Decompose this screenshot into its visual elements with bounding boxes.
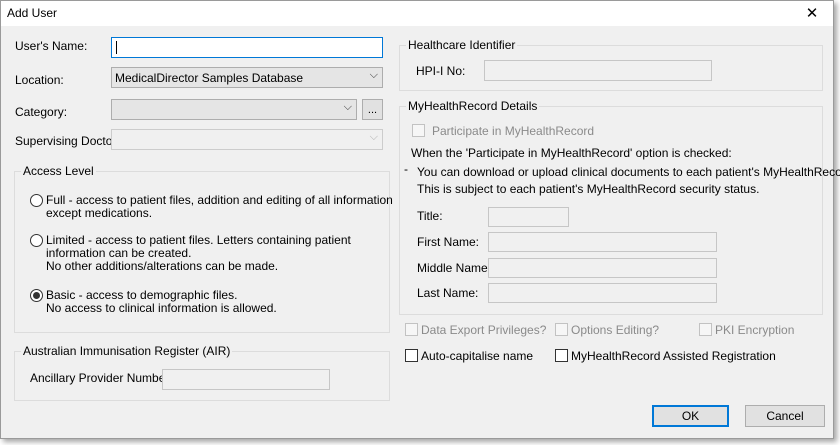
- hpii-input[interactable]: [484, 60, 712, 81]
- category-label: Category:: [15, 105, 68, 119]
- users-name-label: User's Name:: [15, 39, 88, 53]
- mhr-note-bullet: -: [404, 162, 408, 176]
- ok-button[interactable]: OK: [652, 405, 729, 427]
- text-caret: [116, 41, 117, 54]
- data-export-checkbox[interactable]: [405, 323, 418, 336]
- mhr-last-name-label: Last Name:: [417, 286, 479, 300]
- access-basic-label: Basic - access to demographic files. No …: [46, 288, 277, 315]
- healthcare-identifier-title: Healthcare Identifier: [406, 38, 518, 52]
- pki-encryption-checkbox[interactable]: [699, 323, 712, 336]
- location-value: MedicalDirector Samples Database: [115, 71, 304, 85]
- hpii-label: HPI-I No:: [416, 64, 466, 78]
- mhr-assisted-registration-label: MyHealthRecord Assisted Registration: [571, 349, 776, 363]
- location-label: Location:: [15, 73, 64, 87]
- add-user-dialog: Add User ✕ User's Name: Location: Medica…: [0, 0, 840, 439]
- mhr-title-label: Title:: [417, 209, 443, 223]
- access-limited-radio[interactable]: [30, 234, 43, 247]
- mhr-first-name-label: First Name:: [417, 235, 480, 249]
- mhr-middle-name-input[interactable]: [488, 258, 717, 278]
- mhr-note-line2: This is subject to each patient's MyHeal…: [417, 182, 760, 196]
- chevron-down-icon: ⌵: [369, 131, 378, 143]
- auto-capitalise-label: Auto-capitalise name: [421, 349, 534, 363]
- mhr-last-name-input[interactable]: [488, 283, 717, 303]
- category-more-button[interactable]: ...: [362, 99, 383, 120]
- category-select[interactable]: ⌵: [111, 99, 357, 120]
- access-limited-label: Limited - access to patient files. Lette…: [46, 233, 351, 273]
- dialog-title: Add User: [7, 6, 58, 20]
- supervising-doctor-select[interactable]: ⌵: [111, 129, 383, 150]
- ancillary-provider-label: Ancillary Provider Number:: [30, 371, 173, 385]
- mhr-first-name-input[interactable]: [488, 232, 717, 252]
- mhr-details-title: MyHealthRecord Details: [406, 99, 540, 113]
- cancel-button[interactable]: Cancel: [745, 405, 825, 427]
- title-bar: Add User ✕: [1, 1, 833, 26]
- access-full-label: Full - access to patient files, addition…: [46, 193, 393, 220]
- mhr-title-input[interactable]: [488, 207, 569, 227]
- air-title: Australian Immunisation Register (AIR): [21, 344, 233, 358]
- users-name-input[interactable]: [111, 37, 383, 58]
- mhr-assisted-registration-checkbox[interactable]: [555, 349, 568, 362]
- close-icon[interactable]: ✕: [797, 2, 827, 24]
- mhr-note-line1: You can download or upload clinical docu…: [417, 165, 840, 179]
- chevron-down-icon: ⌵: [369, 69, 378, 81]
- options-editing-label: Options Editing?: [571, 323, 660, 337]
- mhr-middle-name-label: Middle Name:: [417, 261, 492, 275]
- access-basic-radio[interactable]: [30, 289, 43, 302]
- participate-mhr-label: Participate in MyHealthRecord: [432, 124, 595, 138]
- data-export-label: Data Export Privileges?: [421, 323, 547, 337]
- participate-mhr-checkbox[interactable]: [412, 124, 425, 137]
- access-full-radio[interactable]: [30, 194, 43, 207]
- pki-encryption-label: PKI Encryption: [715, 323, 795, 337]
- chevron-down-icon: ⌵: [343, 101, 352, 113]
- supervising-doctor-label: Supervising Doctor:: [15, 134, 120, 148]
- location-select[interactable]: MedicalDirector Samples Database ⌵: [111, 67, 383, 88]
- mhr-note-intro: When the 'Participate in MyHealthRecord'…: [411, 146, 732, 160]
- auto-capitalise-checkbox[interactable]: [405, 349, 418, 362]
- access-level-title: Access Level: [21, 164, 96, 178]
- options-editing-checkbox[interactable]: [555, 323, 568, 336]
- ancillary-provider-input[interactable]: [162, 369, 330, 390]
